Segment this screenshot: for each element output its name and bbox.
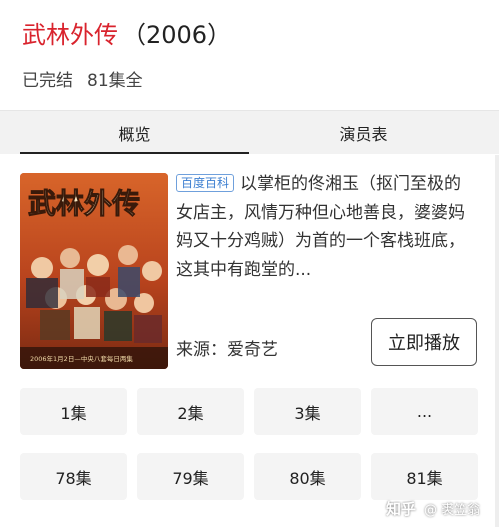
episode-button-2[interactable]: 2集 — [137, 388, 244, 435]
drama-name: 武林外传 — [22, 20, 118, 49]
play-now-button[interactable]: 立即播放 — [371, 318, 477, 366]
poster-image[interactable]: 武林外传 2006年1月2日—中央八套每日两集 — [20, 173, 168, 369]
zhihu-logo: 知乎 — [386, 499, 417, 518]
poster-art: 武林外传 2006年1月2日—中央八套每日两集 — [20, 173, 168, 369]
poster-caption: 2006年1月2日—中央八套每日两集 — [30, 354, 133, 363]
episode-button-79[interactable]: 79集 — [137, 453, 244, 500]
episode-count: 81集全 — [87, 70, 143, 91]
tab-bar: 概览 演员表 — [0, 110, 499, 154]
source-label: 来源：爱奇艺 — [176, 339, 278, 360]
episode-button-3[interactable]: 3集 — [254, 388, 361, 435]
baike-badge[interactable]: 百度百科 — [176, 174, 235, 192]
summary: 百度百科 以掌柜的佟湘玉（抠门至极的女店主，风情万种但心地善良，婆婆妈妈又十分鸡贼… — [176, 170, 476, 284]
watermark-author: @ 裘笠翁 — [424, 502, 481, 518]
episode-button-78[interactable]: 78集 — [20, 453, 127, 500]
scrollbar[interactable] — [495, 155, 499, 527]
episode-button-81[interactable]: 81集 — [371, 453, 478, 500]
zhihu-watermark: 知乎 @ 裘笠翁 — [386, 496, 480, 520]
drama-year: （2006） — [122, 20, 232, 49]
tab-cast[interactable]: 演员表 — [249, 111, 478, 155]
active-tab-indicator — [20, 152, 249, 154]
drama-title: 武林外传 （2006） — [22, 14, 231, 50]
episode-more-button[interactable]: ... — [371, 388, 478, 435]
episode-button-1[interactable]: 1集 — [20, 388, 127, 435]
tab-overview[interactable]: 概览 — [20, 111, 249, 155]
poster-title-art: 武林外传 — [28, 187, 140, 220]
status-text: 已完结 — [22, 70, 73, 91]
episode-button-80[interactable]: 80集 — [254, 453, 361, 500]
drama-meta: 已完结 81集全 — [22, 64, 143, 92]
